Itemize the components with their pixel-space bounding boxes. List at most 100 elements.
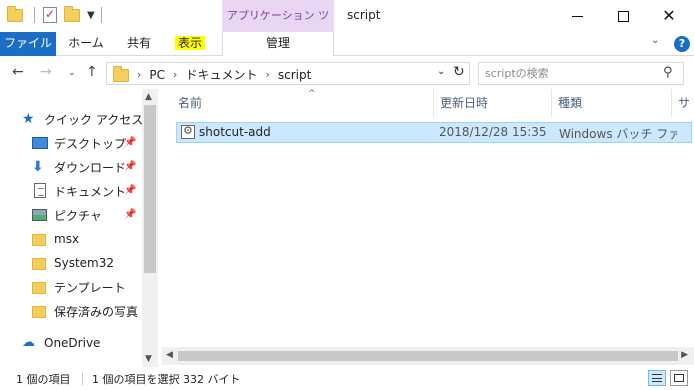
tab-share[interactable]: 共有 xyxy=(118,32,160,56)
folder-icon[interactable] xyxy=(6,6,24,24)
title-bar: ▼ アプリケーション ツール script ✕ xyxy=(0,0,694,54)
pin-icon: 📌 xyxy=(124,137,137,148)
scrollbar-thumb[interactable] xyxy=(144,105,156,273)
download-icon: ⬇ xyxy=(32,159,44,175)
breadcrumb-separator-icon[interactable]: › xyxy=(137,68,141,81)
tab-home[interactable]: ホーム xyxy=(64,32,108,56)
cloud-icon: ☁ xyxy=(22,335,35,350)
batch-file-icon xyxy=(181,124,195,139)
sort-ascending-caret-icon: ^ xyxy=(308,89,316,99)
tab-file[interactable]: ファイル xyxy=(0,32,56,56)
refresh-icon[interactable]: ↻ xyxy=(453,64,465,80)
up-arrow-icon[interactable]: ↑ xyxy=(86,64,98,80)
search-box[interactable]: ⚲ xyxy=(478,62,684,85)
pin-icon: 📌 xyxy=(124,209,137,220)
navigation-bar: ← → ⌄ ↑ › PC › ドキュメント › script ⌄ ↻ ⚲ xyxy=(0,57,694,89)
sidebar-item-label: クイック アクセス xyxy=(44,112,144,127)
search-input[interactable] xyxy=(485,65,655,82)
sidebar-item-label: System32 xyxy=(54,256,115,270)
sidebar-item-label: 保存済みの写真 xyxy=(54,304,139,319)
nav-pane-scrollbar[interactable]: ▲ ▼ xyxy=(142,89,158,367)
help-icon[interactable]: ? xyxy=(674,36,690,52)
properties-icon[interactable] xyxy=(41,6,59,24)
sidebar-item-label: msx xyxy=(54,232,80,246)
ribbon-tabs: ファイル ホーム 共有 表示 管理 ⌄ ? xyxy=(0,32,694,56)
file-type: Windows バッチ ファ... xyxy=(559,127,677,141)
folder-icon xyxy=(32,231,48,247)
item-count: 1 個の項目 xyxy=(16,373,71,386)
selection-info: 1 個の項目を選択 332 バイト xyxy=(92,373,241,386)
pin-icon: 📌 xyxy=(124,185,137,196)
tab-view[interactable]: 表示 xyxy=(170,32,210,56)
address-bar[interactable]: › PC › ドキュメント › script ⌄ ↻ xyxy=(106,62,470,85)
scroll-down-arrow-icon[interactable]: ▼ xyxy=(145,354,152,364)
column-header-label: サイ xyxy=(678,96,691,110)
breadcrumb-separator-icon[interactable]: › xyxy=(173,68,177,81)
toolbar-separator xyxy=(34,7,35,23)
breadcrumb-separator-icon[interactable]: › xyxy=(265,68,269,81)
close-icon: ✕ xyxy=(662,6,676,25)
column-header-label: 更新日時 xyxy=(440,96,489,110)
minimize-icon xyxy=(571,15,583,17)
expand-ribbon-chevron-icon[interactable]: ⌄ xyxy=(651,35,659,46)
search-icon[interactable]: ⚲ xyxy=(663,65,673,80)
folder-icon xyxy=(113,66,129,82)
scroll-left-arrow-icon[interactable]: ◀ xyxy=(166,350,173,360)
column-header-modified[interactable]: 更新日時 xyxy=(434,89,552,117)
sidebar-item-label: ダウンロード xyxy=(54,160,127,175)
folder-icon xyxy=(32,255,48,271)
status-bar: 1 個の項目 1 個の項目を選択 332 バイト xyxy=(0,367,694,390)
scroll-right-arrow-icon[interactable]: ▶ xyxy=(681,350,688,360)
file-list: 名前 ^ 更新日時 種類 サイ shotcut-add 2018/12/28 1… xyxy=(162,89,694,367)
tab-manage[interactable]: 管理 xyxy=(222,32,334,56)
column-header-label: 名前 xyxy=(178,96,203,110)
picture-icon xyxy=(32,207,48,223)
window-title: script xyxy=(347,8,381,22)
forward-arrow-icon[interactable]: → xyxy=(40,64,52,80)
sidebar-item-label: テンプレート xyxy=(54,280,126,295)
tab-view-label: 表示 xyxy=(174,36,205,50)
folder-icon xyxy=(32,303,48,319)
contextual-tab-group-label: アプリケーション ツール xyxy=(222,0,334,54)
recent-locations-chevron-icon[interactable]: ⌄ xyxy=(68,68,76,78)
breadcrumb-pc[interactable]: PC xyxy=(149,68,165,82)
minimize-button[interactable] xyxy=(554,0,600,32)
column-header-type[interactable]: 種類 xyxy=(552,89,672,117)
scroll-up-arrow-icon[interactable]: ▲ xyxy=(145,92,152,102)
desktop-icon xyxy=(32,135,48,151)
sidebar-item-label: ピクチャ xyxy=(54,208,102,223)
new-folder-icon[interactable] xyxy=(63,6,81,24)
address-history-chevron-icon[interactable]: ⌄ xyxy=(437,66,445,77)
table-row[interactable]: shotcut-add 2018/12/28 15:35 Windows バッチ… xyxy=(176,122,692,143)
file-modified: 2018/12/28 15:35 xyxy=(439,125,547,139)
folder-icon xyxy=(32,279,48,295)
customize-toolbar-dropdown-icon[interactable]: ▼ xyxy=(87,10,95,21)
details-view-icon xyxy=(652,374,662,382)
file-list-horizontal-scrollbar[interactable]: ◀ ▶ xyxy=(162,347,694,365)
toolbar-separator xyxy=(100,7,102,23)
column-header-label: 種類 xyxy=(558,96,583,110)
maximize-icon xyxy=(617,10,629,22)
star-icon: ★ xyxy=(22,111,35,127)
back-arrow-icon[interactable]: ← xyxy=(12,64,24,80)
sidebar-item-label: ドキュメント xyxy=(54,184,127,199)
large-icons-view-icon xyxy=(674,374,684,382)
quick-access-toolbar: ▼ xyxy=(6,6,108,24)
breadcrumb-script[interactable]: script xyxy=(278,68,311,82)
breadcrumb-documents[interactable]: ドキュメント xyxy=(185,66,257,83)
file-name: shotcut-add xyxy=(199,125,271,139)
maximize-button[interactable] xyxy=(600,0,646,32)
column-header-size[interactable]: サイ xyxy=(672,89,694,117)
scrollbar-thumb[interactable] xyxy=(178,351,678,361)
details-view-button[interactable] xyxy=(648,370,666,386)
sidebar-item-label: OneDrive xyxy=(44,336,101,350)
large-icons-view-button[interactable] xyxy=(670,370,688,386)
status-separator xyxy=(82,372,83,385)
pin-icon: 📌 xyxy=(124,161,137,172)
navigation-pane: ★ クイック アクセス デスクトップ 📌 ⬇ ダウンロード 📌 ドキュメント 📌… xyxy=(0,89,158,367)
sidebar-item-label: デスクトップ xyxy=(54,136,127,151)
document-icon xyxy=(32,183,48,199)
breadcrumb: › PC › ドキュメント › script xyxy=(137,66,311,83)
column-header-name[interactable]: 名前 ^ xyxy=(172,89,434,117)
close-button[interactable]: ✕ xyxy=(646,0,692,32)
